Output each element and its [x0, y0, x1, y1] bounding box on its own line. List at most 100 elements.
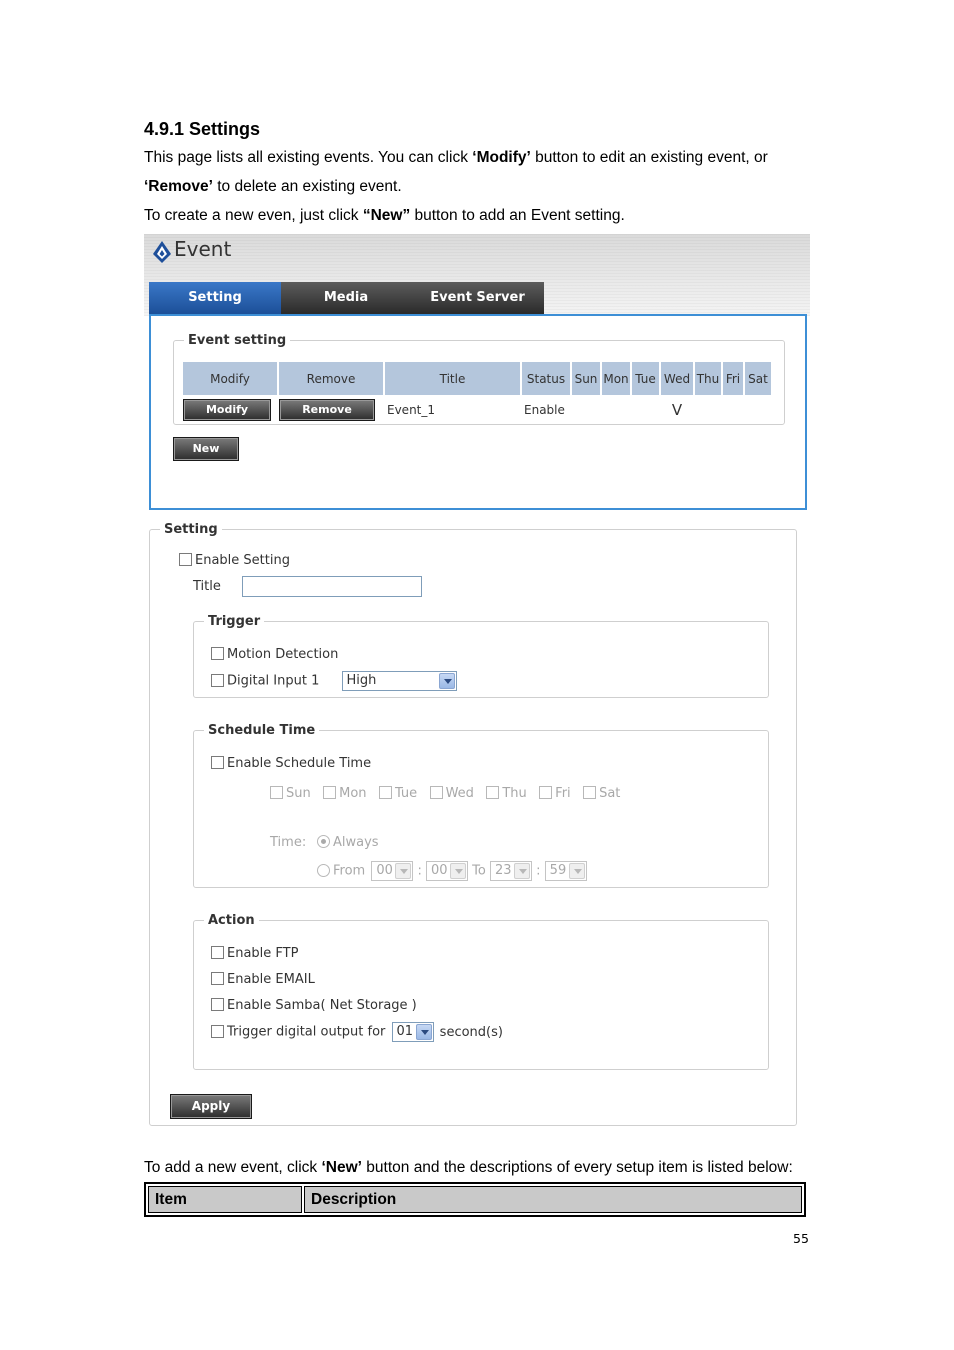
event-setting-legend: Event setting: [188, 333, 287, 348]
to-minute-select[interactable]: 59: [544, 861, 587, 881]
enable-setting-checkbox[interactable]: [179, 553, 192, 566]
section-heading: 4.9.1 Settings: [144, 119, 261, 139]
intro-text: button to edit an existing event, or: [530, 149, 768, 166]
day-cell-thu: [695, 395, 721, 425]
chevron-down-icon: [415, 1024, 432, 1040]
chevron-down-icon: [514, 863, 530, 879]
day-checkbox-thu[interactable]: [486, 786, 500, 799]
logo-icon: [153, 241, 171, 263]
outro-text: To add a new event, click: [144, 1159, 322, 1176]
enable-samba-checkbox[interactable]: [211, 998, 224, 1011]
to-minute-value: 59: [549, 863, 567, 878]
always-label: Always: [333, 835, 379, 850]
title-input[interactable]: [242, 576, 422, 597]
day-checkbox-sat[interactable]: [583, 786, 597, 799]
enable-samba-row: Enable Samba( Net Storage ): [211, 998, 417, 1013]
day-checkbox-tue[interactable]: [378, 786, 392, 799]
apply-button[interactable]: Apply: [170, 1094, 252, 1119]
intro-emphasis-new: “New”: [362, 207, 411, 224]
tab-media[interactable]: Media: [281, 282, 411, 314]
day-cell-wed: V: [671, 401, 683, 419]
enable-email-label: Enable EMAIL: [227, 972, 315, 987]
day-label: Mon: [339, 786, 367, 801]
always-row: Always: [317, 835, 379, 850]
motion-detection-checkbox[interactable]: [211, 647, 224, 660]
outro-text: button and the descriptions of every set…: [361, 1159, 793, 1176]
enable-ftp-row: Enable FTP: [211, 946, 298, 961]
motion-detection-row: Motion Detection: [211, 647, 338, 662]
tab-event-server[interactable]: Event Server: [411, 282, 544, 314]
schedule-days-row: Sun Mon Tue Wed Thu Fri Sat: [270, 786, 620, 801]
modify-button[interactable]: Modify: [183, 399, 271, 421]
event-table-header: Modify Remove Title Status Sun Mon Tue W…: [183, 362, 771, 395]
time-separator: :: [417, 863, 422, 879]
enable-ftp-checkbox[interactable]: [211, 946, 224, 959]
day-label: Tue: [394, 786, 418, 801]
setting-legend: Setting: [164, 522, 218, 537]
tab-setting[interactable]: Setting: [149, 282, 281, 314]
chevron-down-icon: [450, 863, 467, 879]
day-label: Wed: [445, 786, 474, 801]
digital-input-checkbox[interactable]: [211, 673, 224, 687]
trigger-output-checkbox[interactable]: [211, 1024, 224, 1038]
column-header: Tue: [632, 362, 659, 395]
event-status-cell: Enable: [524, 403, 565, 417]
column-header: Remove: [279, 362, 383, 395]
title-label: Title: [193, 579, 221, 594]
column-header: Sat: [745, 362, 771, 395]
from-radio[interactable]: [317, 863, 330, 877]
event-settings-screenshot: Event Setting Media Event Server Event s…: [144, 234, 810, 1134]
output-seconds-select[interactable]: 01: [391, 1022, 434, 1042]
day-checkbox-fri[interactable]: [539, 786, 553, 799]
column-header: Wed: [661, 362, 693, 395]
column-header-description: Description: [304, 1186, 802, 1213]
action-legend: Action: [208, 913, 255, 928]
description-table: Item Description: [144, 1182, 806, 1217]
digital-input-value: High: [346, 673, 377, 688]
intro-paragraph-line2: ‘Remove’ to delete an existing event.: [144, 177, 402, 197]
remove-button[interactable]: Remove: [279, 399, 375, 421]
trigger-output-row: Trigger digital output for 01 second(s): [211, 1022, 503, 1042]
enable-email-checkbox[interactable]: [211, 972, 224, 985]
intro-emphasis-modify: ‘Modify’: [472, 149, 531, 166]
day-cell-tue: [632, 395, 659, 425]
schedule-group: Schedule Time Enable Schedule Time Sun M…: [193, 723, 769, 888]
time-separator: :: [536, 863, 541, 879]
enable-schedule-checkbox[interactable]: [211, 756, 224, 769]
digital-input-select[interactable]: High: [341, 671, 457, 691]
chevron-down-icon: [438, 673, 455, 689]
digital-input-row: Digital Input 1 High: [211, 671, 457, 691]
day-checkbox-mon[interactable]: [323, 786, 337, 799]
page-number: 55: [793, 1231, 809, 1246]
column-header: Modify: [183, 362, 277, 395]
from-minute-value: 00: [431, 863, 448, 878]
tab-bar: Setting Media Event Server: [149, 282, 544, 314]
to-hour-value: 23: [495, 863, 512, 878]
table-row: Modify Remove Event_1 Enable V: [183, 395, 771, 425]
from-minute-select[interactable]: 00: [426, 861, 469, 881]
enable-samba-label: Enable Samba( Net Storage ): [227, 998, 417, 1013]
new-button[interactable]: New: [173, 437, 239, 461]
day-cell-mon: [602, 395, 630, 425]
day-label: Sat: [599, 786, 621, 801]
schedule-legend: Schedule Time: [208, 723, 316, 738]
to-hour-select[interactable]: 23: [490, 861, 532, 881]
always-radio[interactable]: [317, 835, 330, 848]
day-checkbox-wed[interactable]: [429, 786, 443, 799]
trigger-group: Trigger Motion Detection Digital Input 1…: [193, 614, 769, 698]
enable-setting-row: Enable Setting: [179, 553, 290, 568]
day-checkbox-sun[interactable]: [270, 786, 283, 799]
day-cell-fri: [723, 395, 743, 425]
column-header-item: Item: [148, 1186, 302, 1213]
day-cell-sat: [745, 395, 771, 425]
event-table: Modify Remove Title Status Sun Mon Tue W…: [181, 362, 773, 425]
output-seconds-value: 01: [396, 1024, 414, 1039]
column-header: Mon: [602, 362, 630, 395]
outro-emphasis-new: ‘New’: [321, 1159, 362, 1176]
day-label: Sun: [286, 786, 311, 801]
action-group: Action Enable FTP Enable EMAIL Enable Sa…: [193, 913, 769, 1070]
from-hour-select[interactable]: 00: [371, 861, 414, 881]
intro-emphasis-remove: ‘Remove’: [144, 178, 213, 195]
to-label: To: [472, 863, 486, 879]
intro-text: to delete an existing event.: [212, 178, 402, 195]
